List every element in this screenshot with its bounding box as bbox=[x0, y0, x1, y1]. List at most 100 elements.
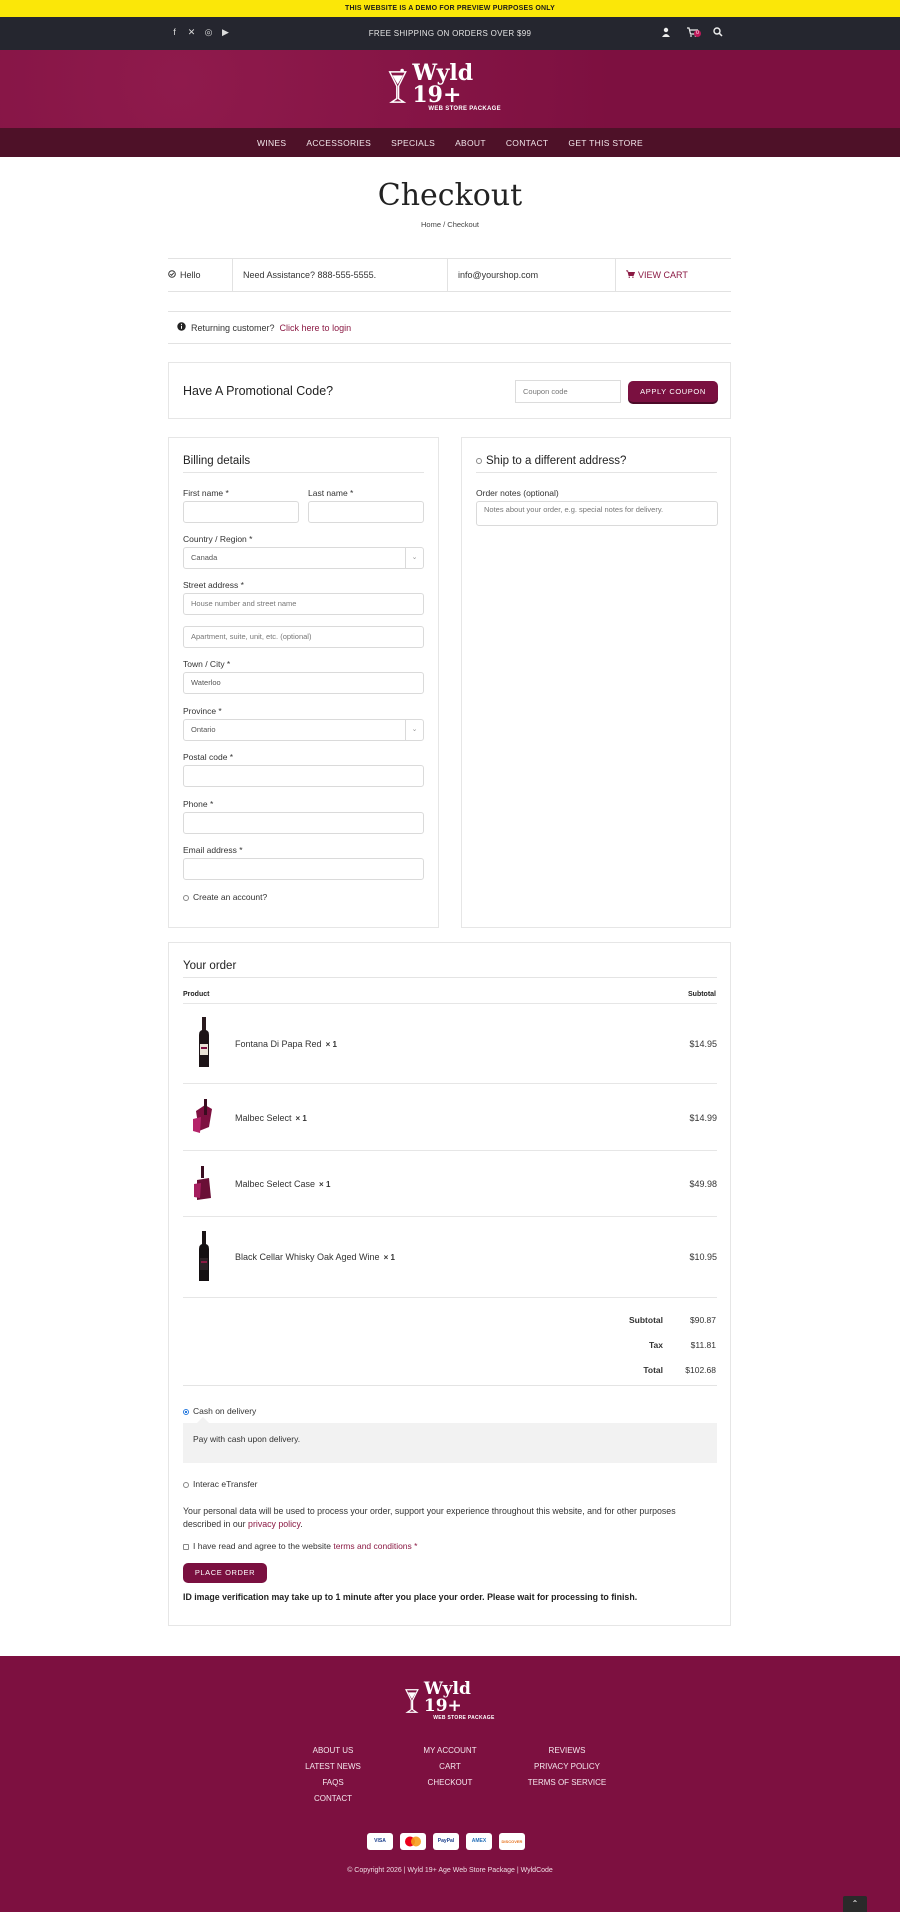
terms-agreement[interactable]: I have read and agree to the website ter… bbox=[183, 1541, 417, 1551]
check-circle-icon bbox=[168, 270, 176, 280]
payment-interac-option[interactable]: Interac eTransfer bbox=[183, 1479, 257, 1489]
chevron-down-icon: ⌄ bbox=[405, 548, 423, 568]
nav-specials[interactable]: SPECIALS bbox=[381, 138, 445, 148]
cart-icon[interactable]: 0 bbox=[686, 27, 701, 39]
hello-cell: Hello bbox=[168, 259, 233, 291]
first-name-input[interactable] bbox=[183, 501, 299, 523]
coupon-input[interactable]: Coupon code bbox=[515, 380, 621, 403]
subtotal-value: $90.87 bbox=[690, 1315, 716, 1325]
cod-description: Pay with cash upon delivery. bbox=[183, 1417, 717, 1463]
footer-link-account[interactable]: MY ACCOUNT bbox=[415, 1743, 485, 1759]
postal-input[interactable] bbox=[183, 765, 424, 787]
billing-title: Billing details bbox=[183, 455, 251, 467]
nav-get-this-store[interactable]: GET THIS STORE bbox=[558, 138, 653, 148]
country-select[interactable]: Canada ⌄ bbox=[183, 547, 424, 569]
breadcrumb[interactable]: Home / Checkout bbox=[0, 220, 900, 229]
city-input[interactable]: Waterloo bbox=[183, 672, 424, 694]
street-input[interactable]: House number and street name bbox=[183, 593, 424, 615]
footer-link-terms[interactable]: TERMS OF SERVICE bbox=[520, 1775, 614, 1791]
interac-radio[interactable] bbox=[183, 1481, 189, 1488]
wine-bottle-image bbox=[199, 1017, 209, 1067]
item-name-text: Black Cellar Whisky Oak Aged Wine bbox=[235, 1252, 380, 1262]
terms-link[interactable]: terms and conditions bbox=[333, 1541, 411, 1551]
payment-cod-option[interactable]: Cash on delivery bbox=[183, 1406, 256, 1416]
view-cart-link[interactable]: VIEW CART bbox=[638, 270, 688, 280]
header-banner: Wyld 19+ WEB STORE PACKAGE bbox=[0, 50, 900, 128]
footer-link-faqs[interactable]: FAQS bbox=[302, 1775, 364, 1791]
terms-text: I have read and agree to the website bbox=[193, 1541, 331, 1551]
footer-col-2: MY ACCOUNT CART CHECKOUT bbox=[415, 1743, 485, 1791]
search-icon[interactable] bbox=[712, 27, 724, 39]
item-name[interactable]: Fontana Di Papa Red × 1 bbox=[235, 1039, 337, 1049]
apartment-input[interactable]: Apartment, suite, unit, etc. (optional) bbox=[183, 626, 424, 648]
malbec-gift-image bbox=[193, 1099, 212, 1133]
shipping-section: Ship to a different address? Order notes… bbox=[461, 437, 731, 928]
country-label: Country / Region * bbox=[183, 534, 253, 544]
order-title: Your order bbox=[183, 960, 237, 972]
province-value: Ontario bbox=[191, 725, 216, 734]
item-name-text: Malbec Select bbox=[235, 1113, 292, 1123]
footer-link-about[interactable]: ABOUT US bbox=[302, 1743, 364, 1759]
ship-different-option[interactable]: Ship to a different address? bbox=[476, 455, 626, 467]
order-item: Malbec Select Case × 1 $49.98 bbox=[183, 1151, 717, 1217]
wine-glass-icon bbox=[405, 1689, 419, 1713]
shipping-note: FREE SHIPPING ON ORDERS OVER $99 bbox=[368, 29, 532, 38]
amex-icon: AMEX bbox=[466, 1833, 492, 1850]
order-item: Black Cellar Whisky Oak Aged Wine × 1 $10… bbox=[183, 1217, 717, 1298]
terms-checkbox[interactable] bbox=[183, 1543, 189, 1550]
nav-about[interactable]: ABOUT bbox=[445, 138, 496, 148]
place-order-button[interactable]: PLACE ORDER bbox=[183, 1563, 267, 1583]
site-logo[interactable]: Wyld 19+ WEB STORE PACKAGE bbox=[387, 62, 517, 112]
footer-link-reviews[interactable]: REVIEWS bbox=[520, 1743, 614, 1759]
nav-wines[interactable]: WINES bbox=[247, 138, 296, 148]
divider bbox=[476, 472, 717, 473]
footer-link-contact[interactable]: CONTACT bbox=[302, 1791, 364, 1807]
account-icon[interactable] bbox=[660, 27, 672, 39]
city-label: Town / City * bbox=[183, 659, 231, 669]
site-footer: Wyld 19+ WEB STORE PACKAGE ABOUT US LATE… bbox=[0, 1656, 900, 1912]
item-name[interactable]: Malbec Select Case × 1 bbox=[235, 1179, 330, 1189]
create-account-checkbox[interactable] bbox=[183, 894, 189, 901]
login-link[interactable]: Click here to login bbox=[280, 323, 352, 333]
last-name-input[interactable] bbox=[308, 501, 424, 523]
footer-logo[interactable]: Wyld 19+ WEB STORE PACKAGE bbox=[404, 1679, 504, 1721]
footer-link-privacy[interactable]: PRIVACY POLICY bbox=[520, 1759, 614, 1775]
nav-accessories[interactable]: ACCESSORIES bbox=[296, 138, 381, 148]
create-account-label: Create an account? bbox=[193, 892, 268, 902]
header-icons: 0 bbox=[660, 27, 724, 39]
demo-banner: THIS WEBSITE IS A DEMO FOR PREVIEW PURPO… bbox=[0, 0, 900, 17]
footer-link-checkout[interactable]: CHECKOUT bbox=[415, 1775, 485, 1791]
phone-input[interactable] bbox=[183, 812, 424, 834]
postal-label: Postal code * bbox=[183, 752, 234, 762]
footer-link-cart[interactable]: CART bbox=[415, 1759, 485, 1775]
item-qty: × 1 bbox=[325, 1040, 337, 1049]
first-name-label: First name * bbox=[183, 488, 229, 498]
cod-label: Cash on delivery bbox=[193, 1406, 257, 1416]
assistance-cell: Need Assistance? 888-555-5555. bbox=[233, 259, 448, 291]
item-name-text: Fontana Di Papa Red bbox=[235, 1039, 322, 1049]
page-title: Checkout bbox=[377, 178, 523, 213]
apply-coupon-button[interactable]: APPLY COUPON bbox=[628, 381, 718, 402]
privacy-policy-link[interactable]: privacy policy bbox=[248, 1519, 300, 1529]
email-link[interactable]: info@yourshop.com bbox=[458, 270, 538, 280]
hello-text: Hello bbox=[180, 270, 201, 280]
footer-brand: Wyld 19+ bbox=[423, 1679, 471, 1716]
visa-icon: VISA bbox=[367, 1833, 393, 1850]
malbec-case-image bbox=[194, 1166, 211, 1200]
footer-link-news[interactable]: LATEST NEWS bbox=[302, 1759, 364, 1775]
item-name[interactable]: Malbec Select × 1 bbox=[235, 1113, 307, 1123]
province-select[interactable]: Ontario ⌄ bbox=[183, 719, 424, 741]
email-input[interactable] bbox=[183, 858, 424, 880]
divider bbox=[183, 977, 717, 978]
item-price: $14.99 bbox=[689, 1113, 717, 1123]
back-to-top-button[interactable]: ⌃ bbox=[843, 1896, 867, 1912]
order-review: Your order Product Subtotal Fontana Di P… bbox=[168, 942, 731, 1626]
create-account-option[interactable]: Create an account? bbox=[183, 892, 267, 902]
nav-contact[interactable]: CONTACT bbox=[496, 138, 559, 148]
cod-radio[interactable] bbox=[183, 1408, 189, 1415]
order-item: Fontana Di Papa Red × 1 $14.95 bbox=[183, 1003, 717, 1084]
ship-different-checkbox[interactable] bbox=[476, 457, 482, 464]
order-notes-textarea[interactable]: Notes about your order, e.g. special not… bbox=[476, 501, 718, 526]
cart-icon bbox=[626, 270, 636, 280]
item-name[interactable]: Black Cellar Whisky Oak Aged Wine × 1 bbox=[235, 1252, 395, 1262]
